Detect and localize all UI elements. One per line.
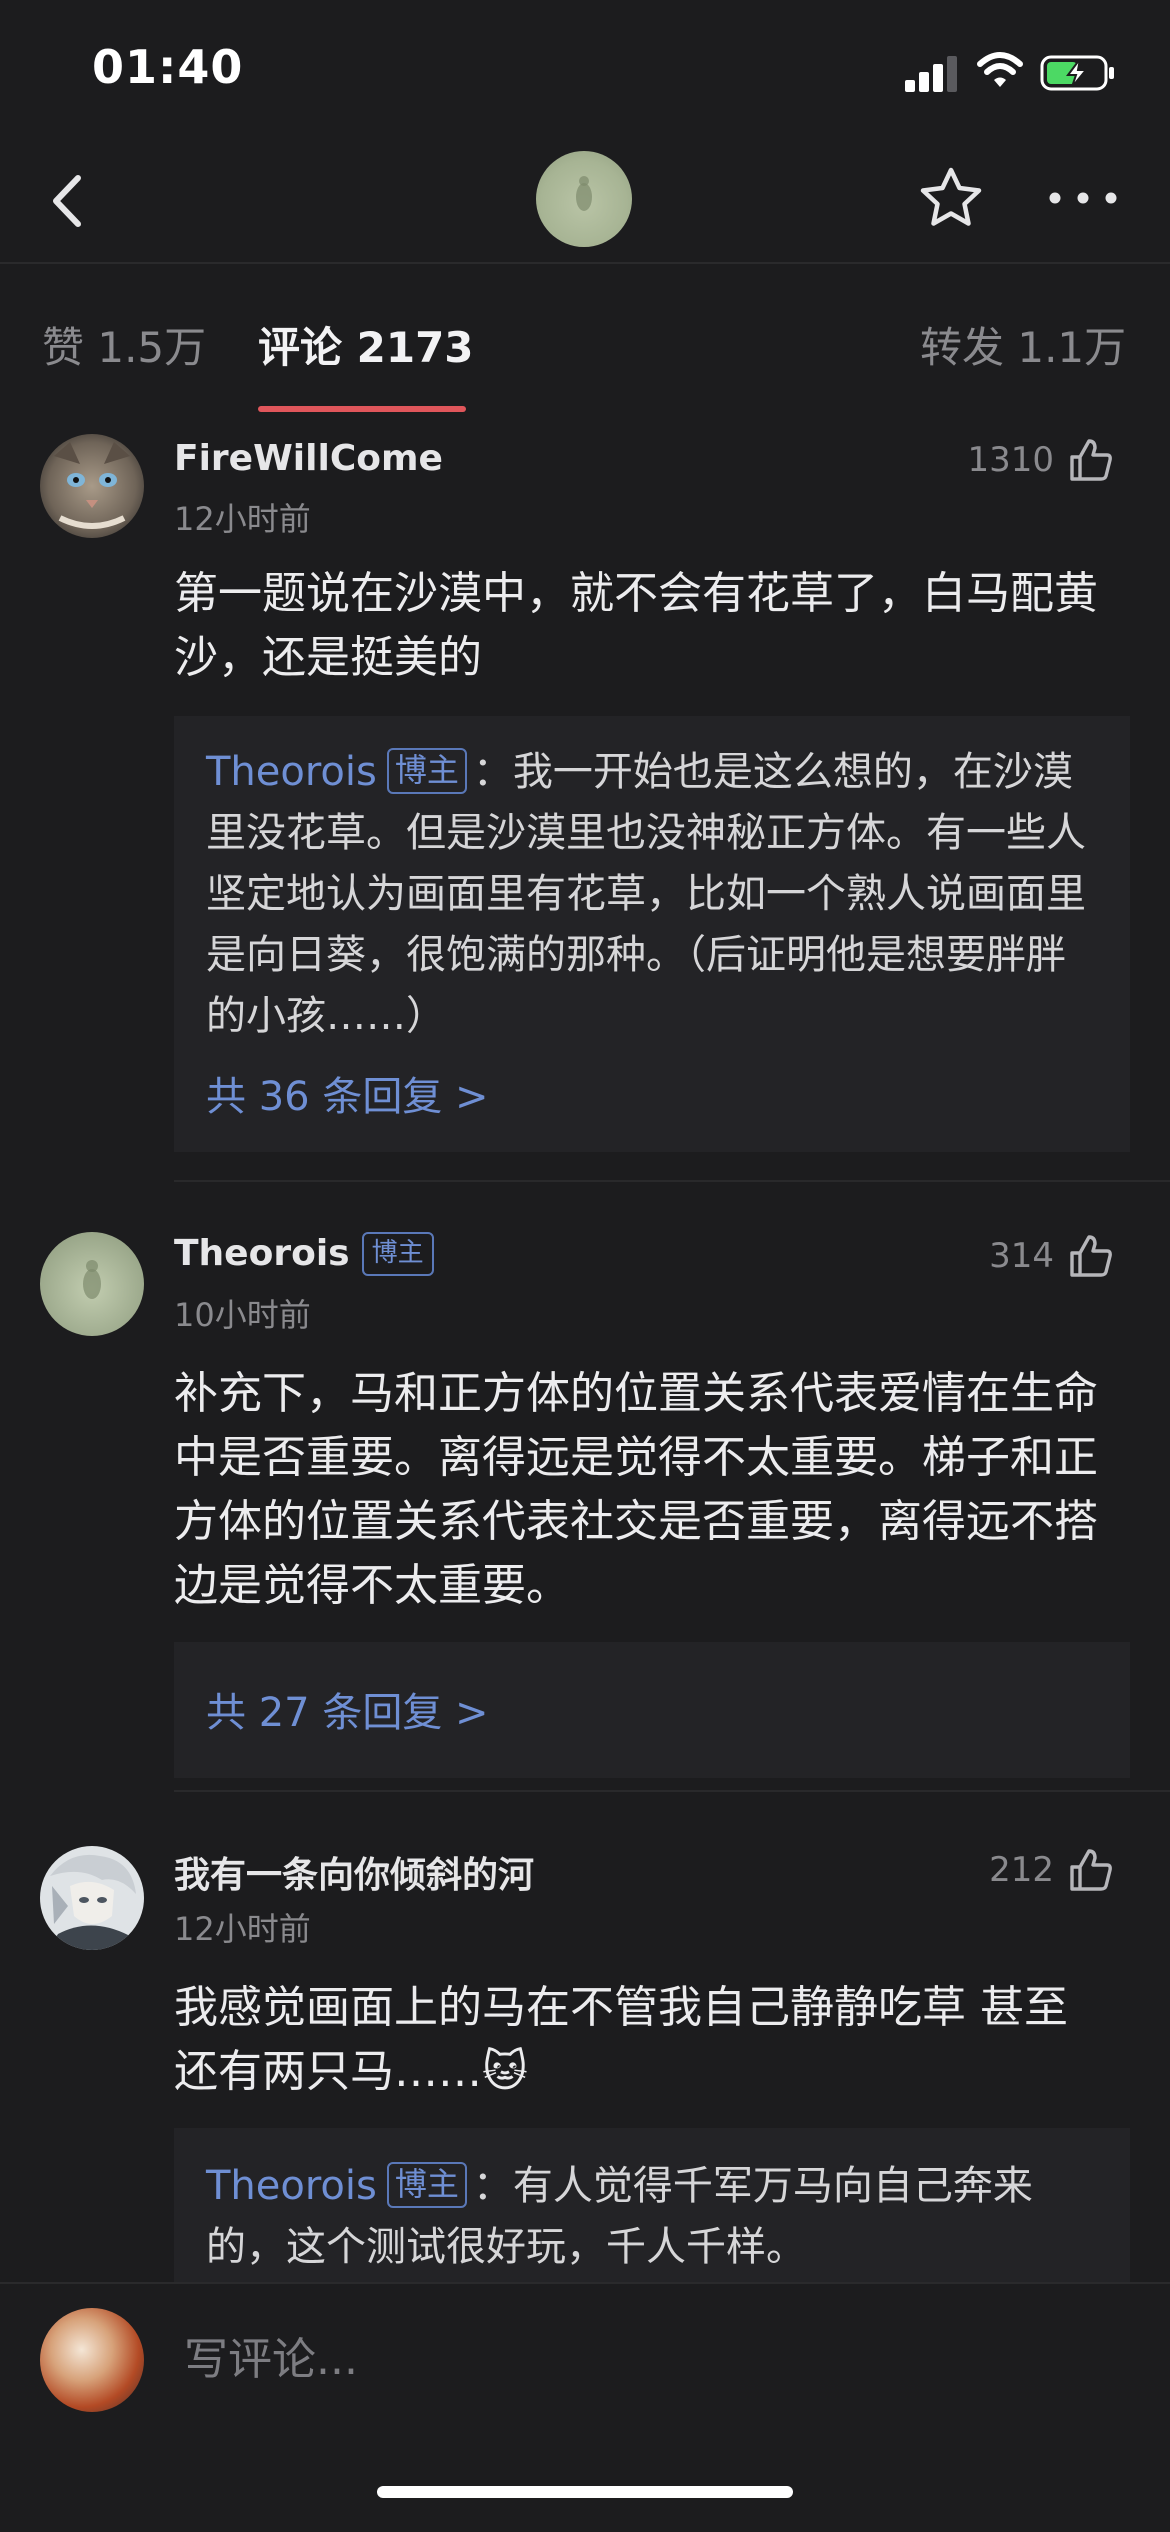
author-avatar[interactable] [536, 151, 632, 247]
comment-username[interactable]: FireWillCome [174, 438, 443, 479]
author-badge: 博主 [361, 1232, 434, 1276]
reply-author[interactable]: Theorois [206, 2163, 377, 2209]
comment-time: 12小时前 [174, 500, 311, 538]
view-replies-link[interactable]: 共 36 条回复 > [206, 1064, 489, 1122]
like-button[interactable]: 1310 [967, 436, 1114, 484]
thumbs-up-icon [1070, 439, 1112, 481]
battery-charging-icon [1040, 55, 1114, 91]
view-replies-link[interactable]: 共 27 条回复 > [206, 1680, 489, 1738]
figure-avatar-icon [40, 1232, 144, 1336]
like-button[interactable]: 314 [989, 1232, 1114, 1280]
home-indicator[interactable] [377, 2486, 793, 2498]
tab-bar: 赞 1.5万 评论 2173 转发 1.1万 [0, 264, 1170, 414]
reply-preview[interactable]: Theorois 博主 ：我一开始也是这么想的，在沙漠里没花草。但是沙漠里也没神秘正… [174, 716, 1130, 1152]
reply-preview[interactable]: 共 27 条回复 > [174, 1642, 1130, 1778]
comment-username[interactable]: 我有一条向你倾斜的河 [174, 1846, 534, 1898]
comment-time: 12小时前 [174, 1910, 311, 1948]
like-count: 314 [989, 1236, 1054, 1276]
status-bar: 01:40 [0, 0, 1170, 140]
comment-time: 10小时前 [174, 1296, 311, 1334]
wifi-icon [977, 52, 1023, 87]
avatar[interactable] [40, 1232, 144, 1336]
like-count: 1310 [967, 440, 1054, 480]
my-avatar[interactable] [40, 2308, 144, 2412]
back-button[interactable] [36, 166, 106, 236]
comment-username[interactable]: Theorois 博主 [174, 1232, 434, 1276]
tab-comments[interactable]: 评论 2173 [258, 314, 474, 375]
username-text: Theorois [174, 1233, 350, 1274]
nav-bar [0, 140, 1170, 264]
cat-avatar-icon [40, 434, 144, 538]
comment-text: 第一题说在沙漠中，就不会有花草了，白马配黄沙，还是挺美的 [174, 568, 1098, 683]
favorite-star-icon[interactable] [915, 162, 987, 234]
thumbs-up-icon [1070, 1849, 1112, 1891]
avatar[interactable] [40, 434, 144, 538]
tab-reposts[interactable]: 转发 1.1万 [920, 314, 1126, 375]
anime-avatar-icon [40, 1846, 144, 1950]
author-badge: 博主 [386, 2162, 467, 2208]
reply-preview[interactable]: Theorois 博主 ：有人觉得千军万马向自己奔来的，这个测试很好玩，千人千样。 [174, 2128, 1130, 2282]
comment-item: FireWillCome 12小时前 1310 第一题说在沙漠中，就不会有花草了… [0, 414, 1170, 1184]
username-text: FireWillCome [174, 438, 443, 479]
username-text: 我有一条向你倾斜的河 [174, 1855, 535, 1896]
screen: 01:40 赞 1.5万 评论 2173 转发 1.1万 FireWillCom… [0, 0, 1170, 2532]
author-badge: 博主 [386, 748, 467, 794]
more-icon[interactable] [1045, 162, 1121, 234]
divider [174, 1180, 1170, 1182]
doge-emoji: 🐱 [482, 2046, 528, 2097]
status-time: 01:40 [92, 40, 244, 94]
avatar[interactable] [40, 1846, 144, 1950]
reply-author[interactable]: Theorois [206, 749, 377, 795]
reply-text: Theorois 博主 ：有人觉得千军万马向自己奔来的，这个测试很好玩，千人千样。 [206, 2156, 1096, 2278]
tab-likes[interactable]: 赞 1.5万 [42, 314, 206, 375]
figure-icon [576, 176, 592, 211]
thumbs-up-icon [1070, 1235, 1112, 1277]
comment-text: 我感觉画面上的马在不管我自己静静吃草 甚至还有两只马……🐱 [174, 1976, 1110, 2104]
comment-item: 我有一条向你倾斜的河 12小时前 212 我感觉画面上的马在不管我自己静静吃草 … [0, 1826, 1170, 2282]
active-tab-indicator [258, 406, 466, 412]
like-button[interactable]: 212 [989, 1846, 1114, 1894]
comment-text: 补充下，马和正方体的位置关系代表爱情在生命中是否重要。离得远是觉得不太重要。梯子… [174, 1368, 1098, 1611]
comment-input[interactable]: 写评论... [184, 2324, 1084, 2396]
reply-text: Theorois 博主 ：我一开始也是这么想的，在沙漠里没花草。但是沙漠里也没神秘正… [206, 742, 1096, 1047]
signal-icon [905, 52, 959, 92]
comment-text-content: 我感觉画面上的马在不管我自己静静吃草 甚至还有两只马…… [174, 1982, 1068, 2097]
divider [174, 1790, 1170, 1792]
comment-item: Theorois 博主 10小时前 314 补充下，马和正方体的位置关系代表爱情在… [0, 1212, 1170, 1782]
like-count: 212 [989, 1850, 1054, 1890]
